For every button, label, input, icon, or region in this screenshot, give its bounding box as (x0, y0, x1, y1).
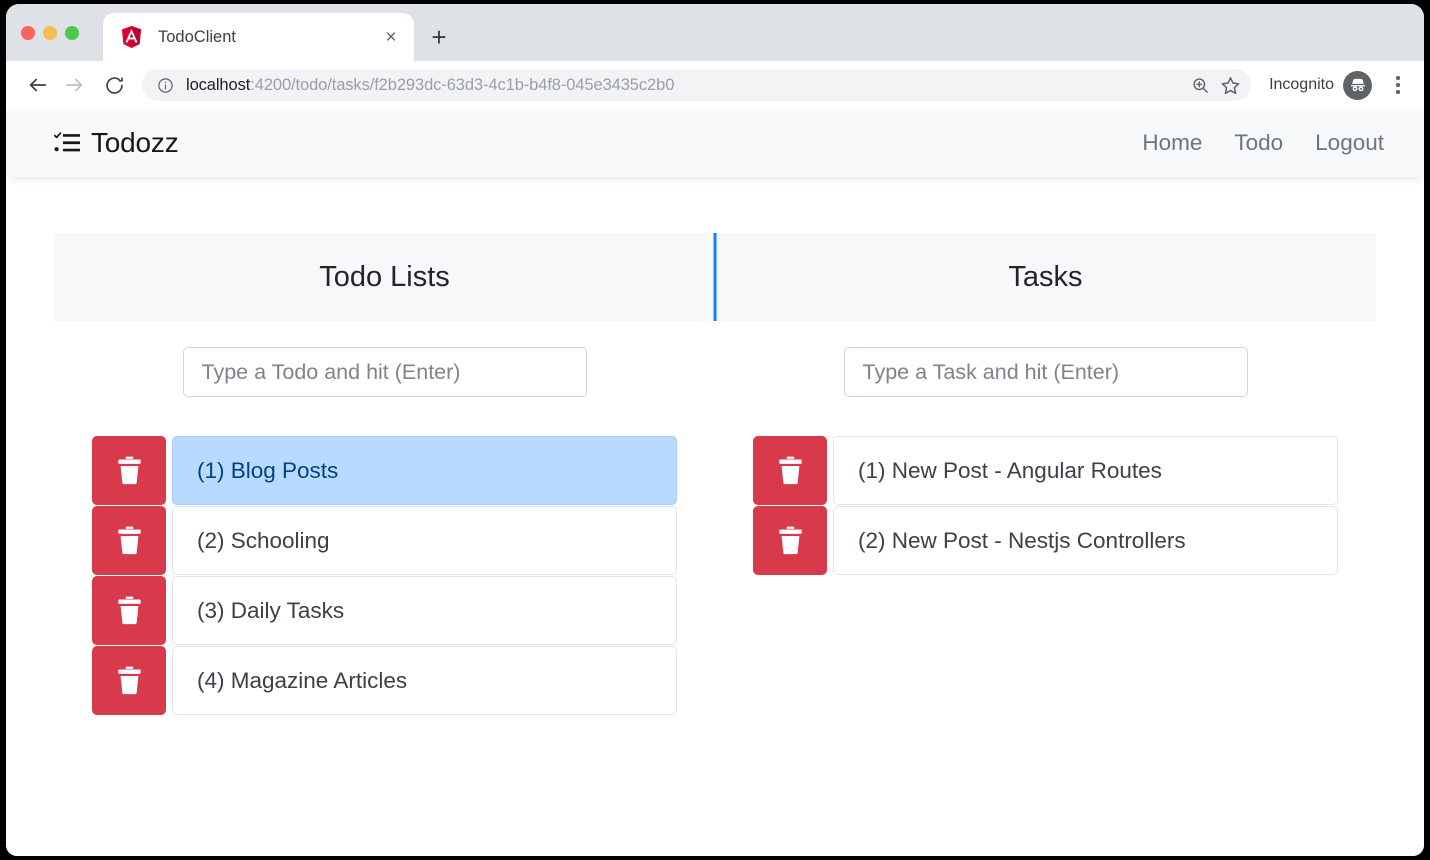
list-item-label[interactable]: (4) Magazine Articles (172, 646, 677, 715)
star-icon[interactable] (1215, 70, 1245, 100)
omnibox[interactable]: localhost:4200/todo/tasks/f2b293dc-63d3-… (142, 69, 1252, 101)
list-item: (2) New Post - Nestjs Controllers (753, 506, 1338, 575)
brand[interactable]: Todozz (53, 127, 179, 159)
reload-icon[interactable] (98, 69, 130, 101)
url-text: localhost:4200/todo/tasks/f2b293dc-63d3-… (186, 76, 1185, 95)
incognito-spy-icon[interactable] (1343, 70, 1372, 100)
tasks-title: Tasks (1008, 260, 1083, 293)
info-circle-icon[interactable] (156, 76, 174, 94)
trash-icon (778, 456, 802, 485)
trash-icon (778, 526, 802, 555)
tab-title: TodoClient (158, 27, 236, 46)
incognito-label: Incognito (1269, 76, 1334, 93)
browser-tab[interactable]: TodoClient × (103, 13, 414, 61)
tab-strip: TodoClient × + (6, 4, 1424, 61)
browser-window: TodoClient × + localhost:4200/todo/tasks… (6, 4, 1424, 856)
app-nav-links: Home Todo Logout (1132, 126, 1394, 160)
todo-list: (1) Blog Posts (2) Schooling (3) Daily T… (92, 436, 677, 715)
task-list-icon (53, 132, 80, 154)
app-navbar: Todozz Home Todo Logout (6, 109, 1424, 177)
url-host: localhost (186, 75, 251, 94)
todo-input[interactable] (182, 347, 587, 397)
page-viewport: Todozz Home Todo Logout Todo Lists Type … (6, 109, 1424, 856)
back-icon[interactable] (22, 69, 54, 101)
angular-logo-icon (121, 26, 142, 48)
delete-todo-button[interactable] (92, 436, 166, 505)
main-content: Todo Lists Type a Todo and hit (Enter) (… (6, 177, 1424, 716)
list-item-label[interactable]: (1) Blog Posts (172, 436, 677, 505)
tasks-body: (1) New Post - Angular Routes (715, 347, 1376, 575)
window-traffic-lights (21, 26, 79, 40)
task-input[interactable] (843, 347, 1248, 397)
list-item: (1) Blog Posts (92, 436, 677, 505)
delete-todo-button[interactable] (92, 576, 166, 645)
trash-icon (117, 596, 141, 625)
list-item-label[interactable]: (3) Daily Tasks (172, 576, 677, 645)
delete-task-button[interactable] (753, 436, 827, 505)
list-item-label[interactable]: (1) New Post - Angular Routes (833, 436, 1338, 505)
new-tab-button[interactable]: + (423, 21, 455, 53)
three-dot-menu-icon[interactable] (1384, 69, 1412, 101)
forward-icon[interactable] (58, 69, 90, 101)
trash-icon (117, 456, 141, 485)
list-item-label[interactable]: (2) New Post - Nestjs Controllers (833, 506, 1338, 575)
list-item: (2) Schooling (92, 506, 677, 575)
todo-lists-body: (1) Blog Posts (2) (54, 347, 715, 715)
brand-text: Todozz (91, 127, 179, 158)
list-item: (3) Daily Tasks (92, 576, 677, 645)
trash-icon (117, 526, 141, 555)
zoom-in-icon[interactable] (1185, 70, 1215, 100)
browser-toolbar: localhost:4200/todo/tasks/f2b293dc-63d3-… (6, 61, 1424, 109)
task-list: (1) New Post - Angular Routes (2) New Po… (753, 436, 1338, 575)
window-close-button[interactable] (21, 26, 35, 40)
close-icon[interactable]: × (380, 26, 402, 48)
profile-area[interactable]: Incognito (1269, 70, 1372, 100)
todo-lists-panel: Todo Lists Type a Todo and hit (Enter) (… (54, 233, 715, 716)
delete-task-button[interactable] (753, 506, 827, 575)
todo-lists-header: Todo Lists (54, 233, 715, 321)
nav-link-home[interactable]: Home (1132, 126, 1212, 160)
delete-todo-button[interactable] (92, 506, 166, 575)
url-path: :4200/todo/tasks/f2b293dc-63d3-4c1b-b4f8… (250, 75, 675, 94)
delete-todo-button[interactable] (92, 646, 166, 715)
todo-lists-title: Todo Lists (319, 260, 450, 293)
list-item: (1) New Post - Angular Routes (753, 436, 1338, 505)
panel-divider (713, 233, 717, 321)
panels: Todo Lists Type a Todo and hit (Enter) (… (54, 233, 1376, 716)
tasks-panel: Tasks Type a Task and hit (Enter) (1) Ne… (715, 233, 1376, 716)
list-item: (4) Magazine Articles (92, 646, 677, 715)
tasks-header: Tasks (715, 233, 1376, 321)
list-item-label[interactable]: (2) Schooling (172, 506, 677, 575)
nav-link-todo[interactable]: Todo (1224, 126, 1293, 160)
window-maximize-button[interactable] (65, 26, 79, 40)
trash-icon (117, 666, 141, 695)
nav-link-logout[interactable]: Logout (1305, 126, 1394, 160)
window-minimize-button[interactable] (43, 26, 57, 40)
